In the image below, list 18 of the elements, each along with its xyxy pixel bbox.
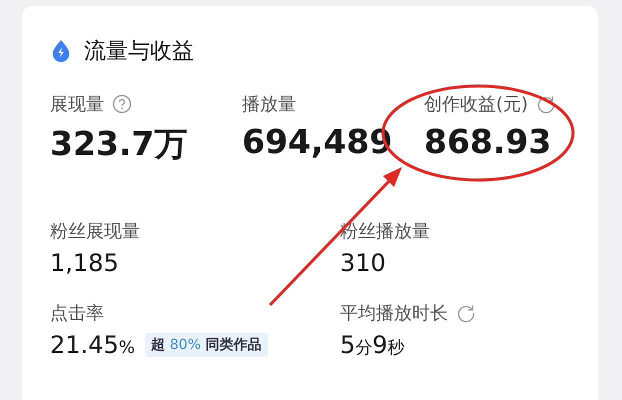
metric-value: 1,185: [50, 249, 119, 277]
metric-label: 平均播放时长: [340, 302, 448, 325]
metric-value: 310: [340, 249, 386, 277]
metric-value: 5分9秒: [340, 331, 405, 359]
help-icon[interactable]: [112, 94, 132, 114]
refresh-icon[interactable]: [456, 303, 476, 323]
card-title: 流量与收益: [84, 38, 194, 66]
metric-label: 粉丝展现量: [50, 220, 140, 243]
metric-value: 21.45%: [50, 331, 135, 359]
metric-label: 点击率: [50, 302, 104, 325]
comparison-badge: 超 80% 同类作品: [144, 333, 268, 357]
metric-value: 868.93: [424, 122, 552, 161]
refresh-icon[interactable]: [536, 94, 556, 114]
metric-value: 323.7万: [50, 123, 188, 165]
metric-label: 展现量: [50, 93, 104, 116]
drop-lightning-icon: [50, 39, 72, 63]
metric-label: 播放量: [242, 93, 296, 116]
metric-label: 创作收益(元): [424, 93, 528, 116]
